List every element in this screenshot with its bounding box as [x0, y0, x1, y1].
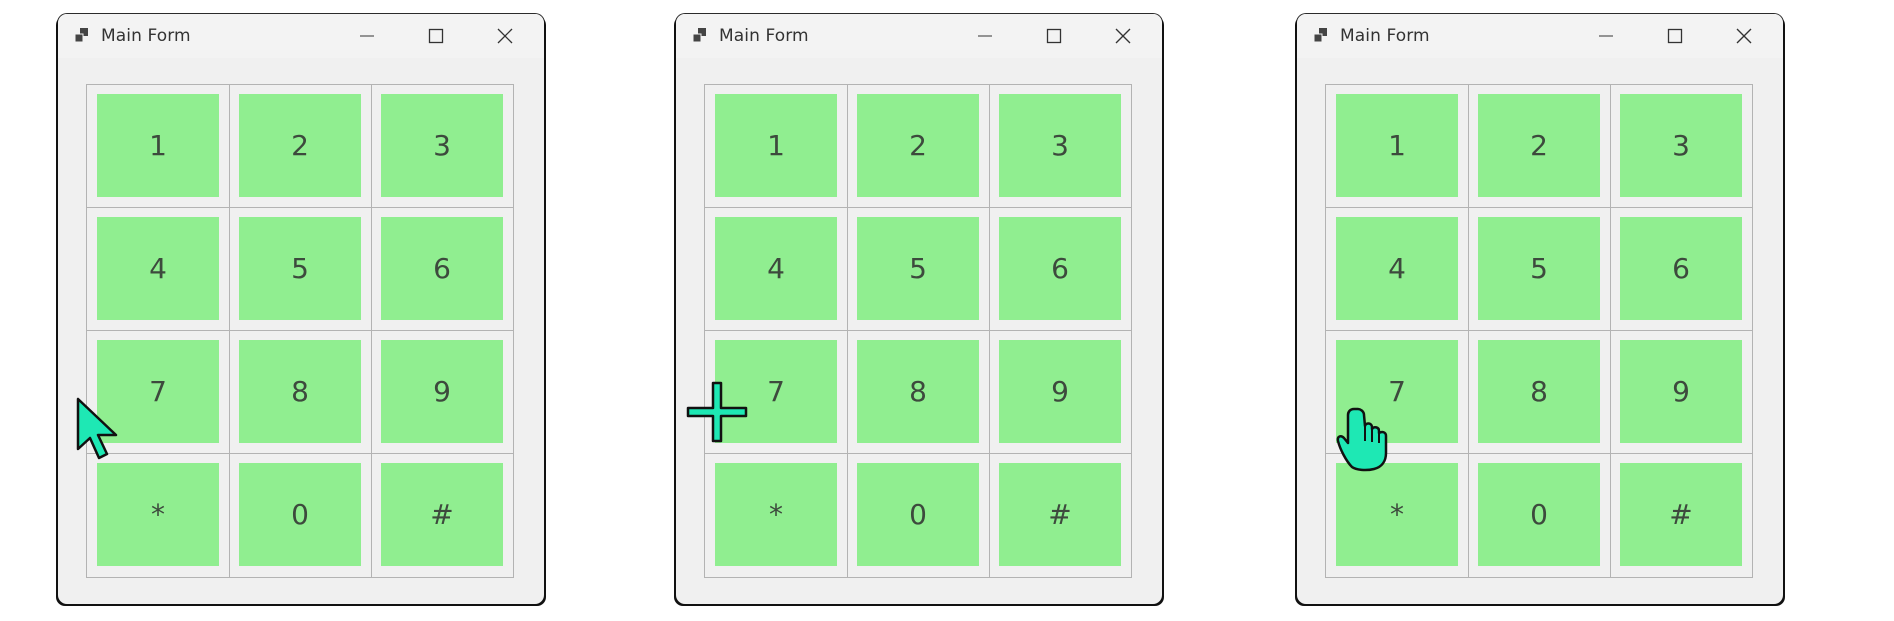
grid-divider: [87, 207, 513, 208]
minimize-button[interactable]: [1573, 14, 1639, 58]
minimize-icon: [360, 35, 374, 37]
keypad-button[interactable]: 9: [1620, 340, 1742, 443]
keypad-button[interactable]: 7: [715, 340, 837, 443]
keypad-button[interactable]: 6: [381, 217, 503, 320]
maximize-icon: [1667, 28, 1683, 44]
keypad-button[interactable]: 7: [1336, 340, 1458, 443]
keypad-button[interactable]: 5: [239, 217, 361, 320]
grid-divider: [705, 207, 1131, 208]
keypad-button[interactable]: *: [97, 463, 219, 566]
grid-divider: [847, 85, 848, 577]
keypad-button[interactable]: 6: [999, 217, 1121, 320]
main-form-window: Main Form 1 2 3 4 5 6 7 8 9 * 0 #: [1297, 14, 1783, 604]
maximize-button[interactable]: [1021, 14, 1087, 58]
keypad-button[interactable]: #: [1620, 463, 1742, 566]
keypad-button[interactable]: 9: [381, 340, 503, 443]
window-title: Main Form: [1340, 26, 1430, 46]
maximize-icon: [1046, 28, 1062, 44]
keypad-button[interactable]: 1: [1336, 94, 1458, 197]
app-icon: [1313, 28, 1330, 44]
keypad-button[interactable]: 5: [1478, 217, 1600, 320]
maximize-button[interactable]: [403, 14, 469, 58]
keypad-button[interactable]: 3: [381, 94, 503, 197]
close-icon: [1115, 28, 1131, 44]
main-form-window: Main Form 1 2 3 4 5 6 7 8 9 * 0 #: [676, 14, 1162, 604]
app-icon: [692, 28, 709, 44]
minimize-button[interactable]: [952, 14, 1018, 58]
keypad-grid: 1 2 3 4 5 6 7 8 9 * 0 #: [86, 84, 514, 578]
app-icon: [74, 28, 91, 44]
keypad-button[interactable]: 7: [97, 340, 219, 443]
keypad-button[interactable]: 9: [999, 340, 1121, 443]
maximize-icon: [428, 28, 444, 44]
title-bar[interactable]: Main Form: [676, 14, 1162, 58]
grid-divider: [1326, 330, 1752, 331]
close-button[interactable]: [1090, 14, 1156, 58]
keypad-button[interactable]: 1: [715, 94, 837, 197]
keypad-grid: 1 2 3 4 5 6 7 8 9 * 0 #: [1325, 84, 1753, 578]
grid-divider: [705, 453, 1131, 454]
minimize-icon: [978, 35, 992, 37]
keypad-button[interactable]: #: [999, 463, 1121, 566]
grid-divider: [1326, 453, 1752, 454]
close-icon: [1736, 28, 1752, 44]
maximize-button[interactable]: [1642, 14, 1708, 58]
grid-divider: [87, 453, 513, 454]
title-bar[interactable]: Main Form: [1297, 14, 1783, 58]
grid-divider: [229, 85, 230, 577]
keypad-button[interactable]: 8: [239, 340, 361, 443]
window-title: Main Form: [101, 26, 191, 46]
keypad-button[interactable]: 0: [857, 463, 979, 566]
grid-divider: [705, 330, 1131, 331]
keypad-button[interactable]: *: [1336, 463, 1458, 566]
minimize-button[interactable]: [334, 14, 400, 58]
keypad-button[interactable]: 4: [1336, 217, 1458, 320]
keypad-button[interactable]: 1: [97, 94, 219, 197]
keypad-button[interactable]: 6: [1620, 217, 1742, 320]
keypad-button[interactable]: 3: [1620, 94, 1742, 197]
keypad-button[interactable]: 3: [999, 94, 1121, 197]
grid-divider: [371, 85, 372, 577]
minimize-icon: [1599, 35, 1613, 37]
keypad-button[interactable]: 4: [97, 217, 219, 320]
keypad-button[interactable]: 5: [857, 217, 979, 320]
close-button[interactable]: [1711, 14, 1777, 58]
keypad-button[interactable]: 4: [715, 217, 837, 320]
grid-divider: [989, 85, 990, 577]
grid-divider: [1610, 85, 1611, 577]
grid-divider: [1326, 207, 1752, 208]
main-form-window: Main Form 1 2 3 4 5 6 7 8 9 * 0 #: [58, 14, 544, 604]
window-title: Main Form: [719, 26, 809, 46]
keypad-button[interactable]: #: [381, 463, 503, 566]
keypad-button[interactable]: 0: [1478, 463, 1600, 566]
keypad-button[interactable]: 2: [857, 94, 979, 197]
keypad-button[interactable]: 2: [1478, 94, 1600, 197]
title-bar[interactable]: Main Form: [58, 14, 544, 58]
keypad-button[interactable]: *: [715, 463, 837, 566]
keypad-button[interactable]: 2: [239, 94, 361, 197]
keypad-button[interactable]: 8: [1478, 340, 1600, 443]
keypad-button[interactable]: 8: [857, 340, 979, 443]
grid-divider: [87, 330, 513, 331]
close-button[interactable]: [472, 14, 538, 58]
grid-divider: [1468, 85, 1469, 577]
keypad-button[interactable]: 0: [239, 463, 361, 566]
keypad-grid: 1 2 3 4 5 6 7 8 9 * 0 #: [704, 84, 1132, 578]
close-icon: [497, 28, 513, 44]
